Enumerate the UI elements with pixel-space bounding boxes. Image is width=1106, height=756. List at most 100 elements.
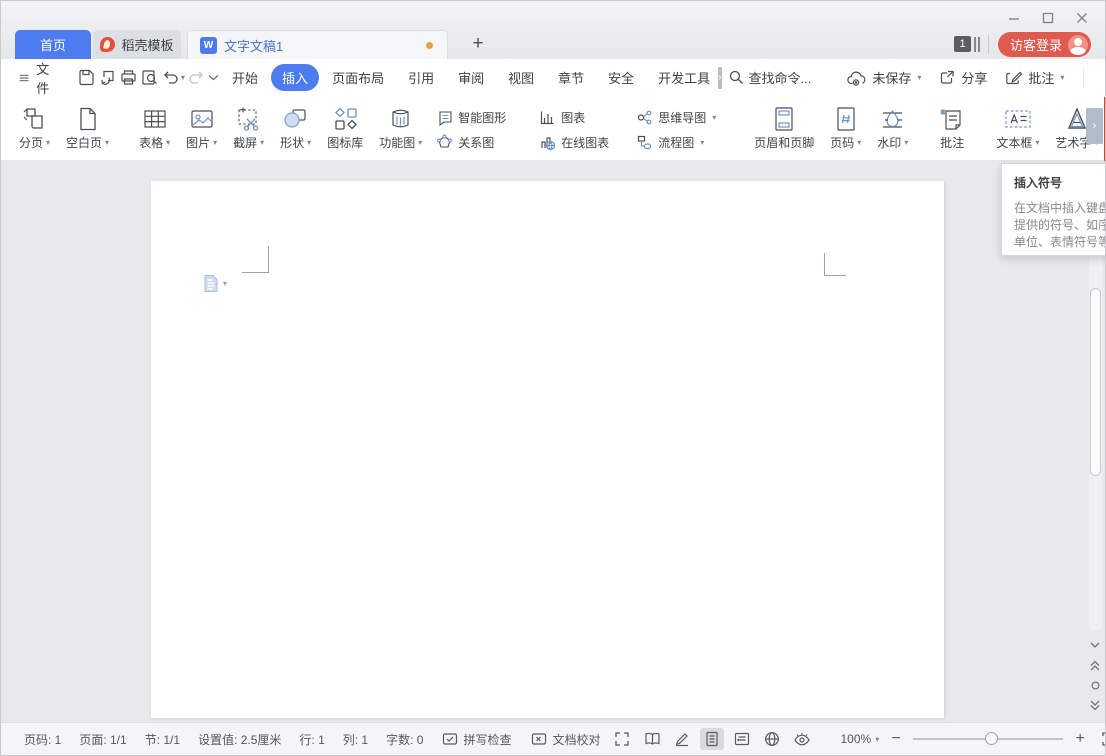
smart-graphics-icon bbox=[436, 109, 453, 126]
shapes-button[interactable]: 形状▾ bbox=[273, 99, 318, 160]
find-command-button[interactable]: 查找命令... bbox=[722, 64, 819, 91]
find-command-label: 查找命令... bbox=[749, 68, 812, 87]
online-chart-icon bbox=[539, 134, 556, 151]
text-box-button[interactable]: 文本框▾ bbox=[989, 99, 1046, 160]
chevron-down-icon bbox=[208, 74, 219, 81]
customize-toolbar-button[interactable] bbox=[208, 65, 219, 91]
ink-mode-button[interactable] bbox=[670, 728, 694, 750]
menu-start[interactable]: 开始 bbox=[221, 64, 269, 91]
close-button[interactable] bbox=[1075, 11, 1089, 25]
unsaved-dot-icon bbox=[426, 42, 433, 49]
flowchart-button[interactable]: 流程图 ▾ bbox=[632, 132, 730, 153]
search-icon bbox=[729, 70, 744, 85]
cloud-save-status-button[interactable]: 未保存 ▾ bbox=[840, 64, 928, 91]
zoom-slider[interactable] bbox=[913, 732, 1063, 746]
header-footer-button[interactable]: 页眉和页脚 bbox=[747, 99, 821, 160]
eye-icon bbox=[793, 732, 811, 747]
previous-page-button[interactable] bbox=[1087, 657, 1103, 673]
online-chart-button[interactable]: 在线图表 bbox=[535, 132, 632, 153]
zoom-slider-handle[interactable] bbox=[985, 732, 998, 745]
fit-page-button[interactable] bbox=[1097, 728, 1106, 750]
relation-diagram-button[interactable]: 关系图 bbox=[432, 132, 535, 153]
page-break-icon bbox=[21, 105, 49, 133]
smart-graphics-button[interactable]: 智能图形 bbox=[432, 107, 535, 128]
book-icon bbox=[644, 732, 661, 746]
symbol-tooltip: 插入符号 在文档中插入键盘 提供的符号、如序 单位、表情符号等 bbox=[1001, 163, 1106, 256]
insert-comment-button[interactable]: 批注 bbox=[931, 99, 973, 160]
outline-view-button[interactable] bbox=[730, 728, 754, 750]
status-page-count: 页面: 1/1 bbox=[70, 731, 135, 748]
menu-insert[interactable]: 插入 bbox=[271, 64, 319, 91]
watermark-icon bbox=[879, 105, 906, 133]
menu-section[interactable]: 章节 bbox=[547, 64, 595, 91]
zoom-out-button[interactable]: − bbox=[887, 730, 905, 748]
chevron-down-icon: ▾ bbox=[700, 138, 704, 147]
new-tab-button[interactable]: + bbox=[465, 31, 491, 57]
chevron-down-icon: ▾ bbox=[857, 135, 861, 151]
mind-map-button[interactable]: 思维导图 ▾ bbox=[632, 107, 730, 128]
redo-button[interactable] bbox=[187, 65, 206, 91]
comment-button[interactable]: 批注 ▾ bbox=[998, 64, 1071, 91]
icon-library-icon bbox=[332, 105, 359, 132]
status-word-count[interactable]: 字数: 0 bbox=[377, 731, 432, 748]
menu-dev-tools[interactable]: 开发工具 bbox=[647, 64, 721, 91]
guest-login-button[interactable]: 访客登录 bbox=[998, 32, 1091, 57]
print-button[interactable] bbox=[119, 65, 138, 91]
next-page-button[interactable] bbox=[1087, 697, 1103, 713]
menu-references[interactable]: 引用 bbox=[397, 64, 445, 91]
file-menu-button[interactable]: 文件 bbox=[13, 55, 60, 101]
help-button[interactable]: ? bbox=[1096, 65, 1106, 91]
page-number-button[interactable]: 页码▾ bbox=[823, 99, 868, 160]
menu-security[interactable]: 安全 bbox=[597, 64, 645, 91]
insert-comment-icon bbox=[938, 105, 966, 133]
zoom-in-button[interactable]: + bbox=[1071, 730, 1089, 748]
page-number-icon bbox=[833, 105, 859, 133]
tab-document[interactable]: W 文字文稿1 bbox=[187, 30, 448, 59]
relation-diagram-icon bbox=[436, 134, 453, 151]
text-box-icon bbox=[1003, 106, 1033, 132]
page-break-button[interactable]: 分页▾ bbox=[12, 99, 57, 160]
ribbon-expand-button[interactable]: › bbox=[1086, 108, 1103, 144]
web-layout-button[interactable] bbox=[760, 728, 784, 750]
read-mode-button[interactable] bbox=[640, 728, 664, 750]
chevron-down-icon: ▾ bbox=[260, 135, 264, 151]
outline-icon bbox=[734, 732, 750, 746]
chart-button[interactable]: 图表 bbox=[535, 107, 632, 128]
scroll-down-button[interactable] bbox=[1087, 637, 1103, 653]
fullscreen-view-button[interactable] bbox=[610, 728, 634, 750]
vertical-scrollbar-thumb[interactable] bbox=[1090, 288, 1101, 476]
icon-library-button[interactable]: 图标库 bbox=[320, 99, 370, 160]
proofread-toggle[interactable]: 文档校对 bbox=[521, 731, 610, 748]
select-browse-object-button[interactable] bbox=[1087, 677, 1103, 693]
undo-button[interactable]: ▾ bbox=[161, 65, 185, 91]
wps-writer-window: 首页 稻壳模板 W 文字文稿1 + 1 访客登录 bbox=[0, 0, 1106, 756]
page-view-button[interactable] bbox=[700, 728, 724, 750]
status-line: 行: 1 bbox=[290, 731, 333, 748]
window-count-badge[interactable]: 1 bbox=[954, 36, 971, 52]
share-button[interactable]: 分享 bbox=[932, 64, 994, 91]
zoom-level-button[interactable]: 100% ▾ bbox=[840, 732, 879, 746]
save-button[interactable] bbox=[77, 65, 96, 91]
chevron-down-icon: ▾ bbox=[917, 73, 921, 82]
function-diagram-button[interactable]: 功能图▾ bbox=[372, 99, 429, 160]
print-preview-button[interactable] bbox=[140, 65, 159, 91]
minimize-button[interactable] bbox=[1007, 11, 1021, 25]
menu-view[interactable]: 视图 bbox=[497, 64, 545, 91]
table-button[interactable]: 表格▾ bbox=[132, 99, 177, 160]
paste-options-button[interactable]: ▾ bbox=[203, 274, 227, 293]
maximize-button[interactable] bbox=[1041, 11, 1055, 25]
watermark-button[interactable]: 水印▾ bbox=[870, 99, 915, 160]
blank-page-button[interactable]: 空白页▾ bbox=[59, 99, 116, 160]
eye-protect-button[interactable] bbox=[790, 728, 814, 750]
redo-icon bbox=[187, 68, 206, 87]
export-pdf-button[interactable] bbox=[98, 65, 117, 91]
picture-button[interactable]: 图片▾ bbox=[179, 99, 224, 160]
chevron-down-icon: ▾ bbox=[166, 135, 170, 151]
menu-review[interactable]: 审阅 bbox=[447, 64, 495, 91]
chevron-down-icon: ▾ bbox=[181, 73, 185, 82]
menu-page-layout[interactable]: 页面布局 bbox=[321, 64, 395, 91]
tab-docer-templates[interactable]: 稻壳模板 bbox=[93, 30, 181, 59]
divider bbox=[1083, 69, 1084, 87]
screenshot-button[interactable]: 截屏▾ bbox=[226, 99, 271, 160]
spell-check-toggle[interactable]: 拼写检查 bbox=[432, 731, 521, 748]
